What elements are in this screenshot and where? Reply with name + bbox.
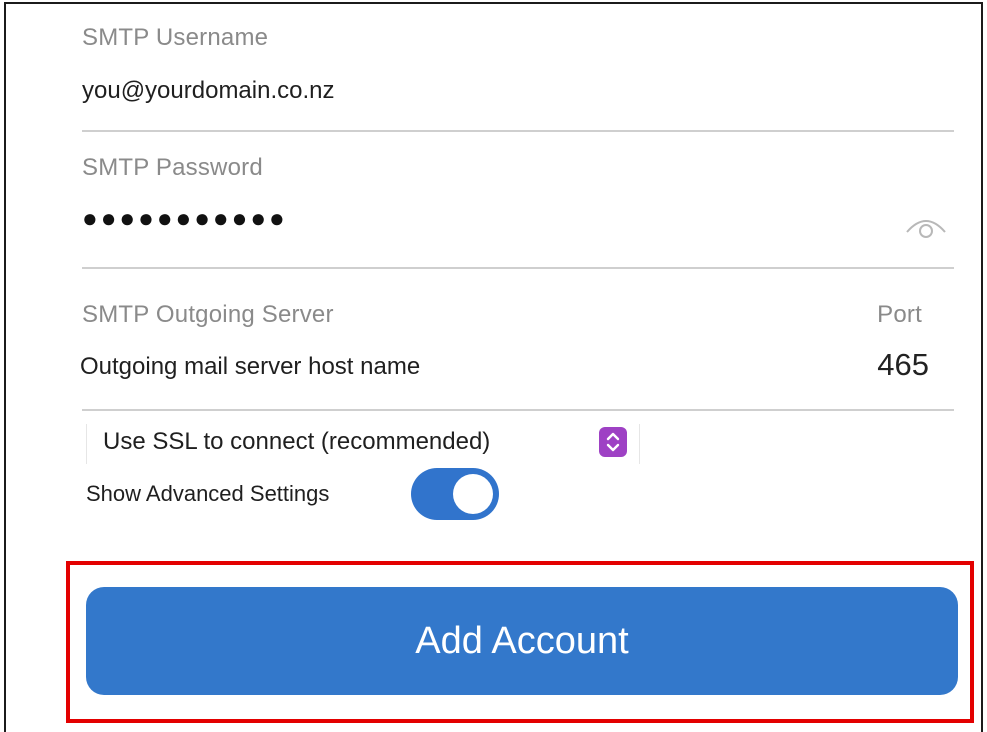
toggle-knob [453,474,493,514]
show-advanced-settings-label: Show Advanced Settings [86,481,330,506]
smtp-server-label: SMTP Outgoing Server [82,301,334,328]
ssl-select-value: Use SSL to connect (recommended) [103,428,491,455]
smtp-server-field[interactable]: Outgoing mail server host name [80,353,420,381]
smtp-password-field[interactable]: ●●●●●●●●●●● [82,205,288,231]
select-arrows-icon [599,427,627,457]
ssl-select[interactable]: Use SSL to connect (recommended) [86,424,640,464]
smtp-username-field[interactable]: you@yourdomain.co.nz [82,77,335,105]
divider [82,409,954,411]
add-account-button[interactable]: Add Account [86,587,958,695]
eye-icon[interactable] [904,210,948,238]
divider [82,267,954,269]
port-field[interactable]: 465 [877,347,929,383]
show-advanced-settings-toggle[interactable] [411,468,499,520]
divider [82,130,954,132]
smtp-password-label: SMTP Password [82,154,263,181]
port-label: Port [877,301,922,328]
account-form-panel: SMTP Username you@yourdomain.co.nz SMTP … [4,2,983,732]
smtp-username-label: SMTP Username [82,24,269,51]
